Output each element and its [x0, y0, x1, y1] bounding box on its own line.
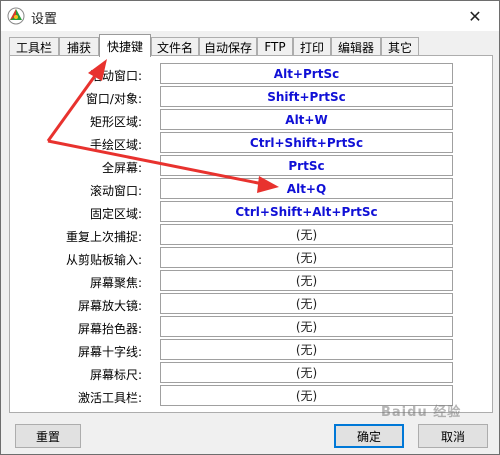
close-icon: ✕: [468, 6, 482, 26]
window-title: 设置: [31, 12, 58, 27]
hotkey-field-magnifier[interactable]: (无): [160, 293, 453, 314]
hotkey-field-rect-region[interactable]: Alt+W: [160, 109, 453, 130]
hotkey-label: 从剪贴板输入:: [65, 253, 142, 267]
hotkey-label: 屏幕十字线:: [77, 345, 142, 359]
tab-ftp[interactable]: FTP: [257, 37, 293, 56]
title-bar: 设置 ✕: [1, 1, 499, 31]
hotkey-label: 激活工具栏:: [77, 391, 142, 405]
tab-label: 打印: [299, 40, 324, 55]
hotkey-label: 固定区域:: [89, 207, 142, 221]
tab-label: FTP: [264, 40, 286, 54]
hotkey-field-color-picker[interactable]: (无): [160, 316, 453, 337]
hotkey-label: 屏幕抬色器:: [77, 322, 142, 336]
hotkey-label: 屏幕标尺:: [89, 368, 142, 382]
close-button[interactable]: ✕: [455, 3, 495, 29]
reset-button[interactable]: 重置: [15, 424, 81, 448]
hotkey-field-window-object[interactable]: Shift+PrtSc: [160, 86, 453, 107]
hotkey-field-fixed-region[interactable]: Ctrl+Shift+Alt+PrtSc: [160, 201, 453, 222]
hotkey-label: 滚动窗口:: [89, 184, 142, 198]
tab-print[interactable]: 打印: [293, 37, 331, 56]
tab-filename[interactable]: 文件名: [151, 37, 199, 56]
tab-label: 其它: [387, 40, 412, 55]
hotkey-field-freehand-region[interactable]: Ctrl+Shift+PrtSc: [160, 132, 453, 153]
ok-button[interactable]: 确定: [334, 424, 404, 448]
hotkey-field-from-clipboard[interactable]: (无): [160, 247, 453, 268]
tab-label: 快捷键: [106, 39, 143, 54]
tab-label: 捕获: [66, 40, 91, 55]
hotkey-field-scroll-window[interactable]: Alt+Q: [160, 178, 453, 199]
hotkey-label: 屏幕聚焦:: [89, 276, 142, 290]
tab-toolbar[interactable]: 工具栏: [9, 37, 59, 56]
tab-autosave[interactable]: 自动保存: [199, 37, 257, 56]
hotkey-field-active-window[interactable]: Alt+PrtSc: [160, 63, 453, 84]
tab-label: 文件名: [156, 40, 193, 55]
tab-editor[interactable]: 编辑器: [331, 37, 381, 56]
hotkey-label: 窗口/对象:: [85, 92, 142, 106]
hotkey-label: 矩形区域:: [89, 115, 142, 129]
tab-label: 编辑器: [337, 40, 374, 55]
hotkey-label: 全屏幕:: [101, 161, 142, 175]
hotkey-field-ruler[interactable]: (无): [160, 362, 453, 383]
tab-hotkeys[interactable]: 快捷键: [99, 34, 151, 57]
hotkeys-panel: 活动窗口: Alt+PrtSc 窗口/对象: Shift+PrtSc 矩形区域:…: [9, 55, 493, 413]
hotkey-label: 屏幕放大镜:: [77, 299, 142, 313]
hotkey-label: 重复上次捕捉:: [65, 230, 142, 244]
watermark: Baidu 经验: [381, 405, 462, 420]
hotkey-field-repeat-last[interactable]: (无): [160, 224, 453, 245]
tab-label: 工具栏: [15, 40, 52, 55]
cancel-button[interactable]: 取消: [418, 424, 488, 448]
settings-dialog: 设置 ✕ 工具栏 捕获 快捷键 文件名 自动保存 FTP 打印 编辑器 其它 活…: [0, 0, 500, 455]
hotkey-field-crosshair[interactable]: (无): [160, 339, 453, 360]
tab-label: 自动保存: [203, 40, 252, 55]
hotkey-field-screen-focus[interactable]: (无): [160, 270, 453, 291]
hotkey-field-fullscreen[interactable]: PrtSc: [160, 155, 453, 176]
tab-capture[interactable]: 捕获: [59, 37, 99, 56]
app-logo-icon: [7, 7, 25, 25]
hotkey-label: 活动窗口:: [89, 69, 142, 83]
tab-other[interactable]: 其它: [381, 37, 419, 56]
hotkey-label: 手绘区域:: [89, 138, 142, 152]
